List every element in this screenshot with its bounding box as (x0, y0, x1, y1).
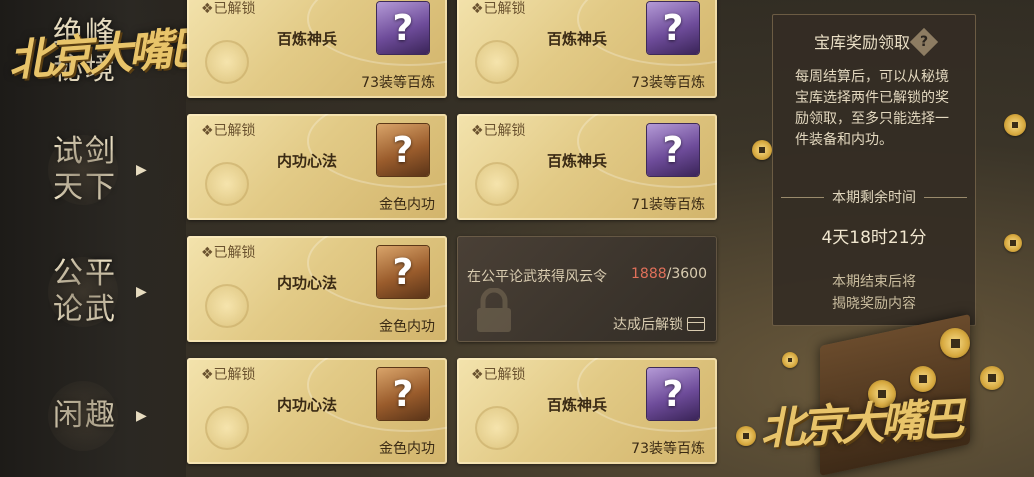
coin-icon (205, 284, 249, 328)
divider-line (781, 196, 824, 198)
reward-name: 百炼神兵 (547, 30, 608, 48)
mystery-item-icon[interactable]: ? (647, 2, 699, 54)
reward-type: 71装等百炼 (631, 197, 705, 213)
mystery-item-icon[interactable]: ? (377, 246, 429, 298)
unlocked-status: ❖已解锁 (471, 123, 526, 139)
help-icon-glyph: ? (919, 33, 929, 50)
mystery-item-icon[interactable]: ? (647, 368, 699, 420)
timer-divider: 本期剩余时间 (781, 187, 967, 207)
unlocked-status: ❖已解锁 (201, 245, 256, 261)
reward-name: 内功心法 (277, 274, 338, 292)
nav-item-shi-jian[interactable]: 试剑天下 ▶ (40, 120, 180, 220)
unlocked-status: ❖已解锁 (201, 123, 256, 139)
reward-type: 金色内功 (379, 319, 435, 335)
reward-card[interactable]: ❖已解锁 内功心法 ? 金色内功 (187, 358, 447, 464)
panel-title-text: 宝库奖励领取 (813, 33, 910, 52)
reward-name: 内功心法 (277, 396, 338, 414)
watermark: 北京大嘴巴 (759, 393, 962, 456)
coin-icon (475, 406, 519, 450)
unlock-progress: 1888/3600 (631, 266, 707, 282)
coin-icon (980, 366, 1004, 390)
divider-line (924, 196, 967, 198)
reward-card[interactable]: ❖已解锁 百炼神兵 ? 71装等百炼 (457, 114, 717, 220)
nav-silhouette (48, 257, 118, 327)
timer-label: 本期剩余时间 (832, 190, 916, 206)
progress-total: /3600 (666, 266, 707, 282)
help-icon[interactable]: ? (909, 27, 939, 56)
coin-icon (940, 328, 970, 358)
mystery-item-icon[interactable]: ? (647, 124, 699, 176)
note-line: 揭晓奖励内容 (832, 296, 916, 312)
lock-icon (477, 288, 511, 332)
nav-item-xian-qu[interactable]: 闲趣 ▶ (40, 366, 180, 466)
reward-type: 73装等百炼 (631, 75, 705, 91)
panel-title: 宝库奖励领取? (773, 27, 975, 56)
reward-name: 百炼神兵 (277, 30, 338, 48)
coin-icon (782, 352, 798, 368)
reward-card[interactable]: ❖已解锁 百炼神兵 ? 73装等百炼 (457, 358, 717, 464)
reward-type: 73装等百炼 (631, 441, 705, 457)
chevron-right-icon: ▶ (136, 408, 147, 424)
chevron-right-icon: ▶ (136, 284, 147, 300)
coin-icon (736, 426, 756, 446)
unlock-hint-text: 达成后解锁 (613, 317, 683, 333)
coin-icon (205, 40, 249, 84)
unlock-hint: 达成后解锁 (613, 314, 705, 334)
panel-note: 本期结束后将 揭晓奖励内容 (773, 271, 975, 315)
treasury-info-panel: 宝库奖励领取? 每周结算后，可以从秘境宝库选择两件已解锁的奖励领取，至多只能选择… (772, 14, 976, 326)
chevron-right-icon: ▶ (136, 162, 147, 178)
progress-current: 1888 (631, 266, 667, 282)
reward-type: 73装等百炼 (361, 75, 435, 91)
nav-silhouette (48, 381, 118, 451)
coin-icon (205, 162, 249, 206)
coin-icon (475, 40, 519, 84)
reward-card[interactable]: ❖已解锁 百炼神兵 ? 73装等百炼 (457, 0, 717, 98)
nav-item-gong-ping[interactable]: 公平论武 ▶ (40, 242, 180, 342)
unlock-condition: 在公平论武获得风云令 (467, 269, 607, 285)
coin-icon (205, 406, 249, 450)
coin-icon (1004, 114, 1026, 136)
reward-name: 百炼神兵 (547, 396, 608, 414)
reward-card[interactable]: ❖已解锁 内功心法 ? 金色内功 (187, 236, 447, 342)
mystery-item-icon[interactable]: ? (377, 124, 429, 176)
unlocked-status: ❖已解锁 (471, 367, 526, 383)
gift-icon (687, 317, 705, 331)
coin-icon (752, 140, 772, 160)
nav-silhouette (48, 135, 118, 205)
unlocked-status: ❖已解锁 (471, 1, 526, 17)
unlocked-status: ❖已解锁 (201, 1, 256, 17)
reward-type: 金色内功 (379, 197, 435, 213)
reward-name: 百炼神兵 (547, 152, 608, 170)
note-line: 本期结束后将 (832, 274, 916, 290)
reward-card[interactable]: ❖已解锁 内功心法 ? 金色内功 (187, 114, 447, 220)
reward-name: 内功心法 (277, 152, 338, 170)
mystery-item-icon[interactable]: ? (377, 2, 429, 54)
timer-value: 4天18时21分 (821, 228, 927, 248)
reward-card[interactable]: ❖已解锁 百炼神兵 ? 73装等百炼 (187, 0, 447, 98)
coin-icon (475, 162, 519, 206)
coin-icon (1004, 234, 1022, 252)
locked-reward-card[interactable]: 在公平论武获得风云令 1888/3600 达成后解锁 (457, 236, 717, 342)
unlocked-status: ❖已解锁 (201, 367, 256, 383)
panel-description: 每周结算后，可以从秘境宝库选择两件已解锁的奖励领取，至多只能选择一件装备和内功。 (795, 69, 949, 148)
mystery-item-icon[interactable]: ? (377, 368, 429, 420)
reward-type: 金色内功 (379, 441, 435, 457)
